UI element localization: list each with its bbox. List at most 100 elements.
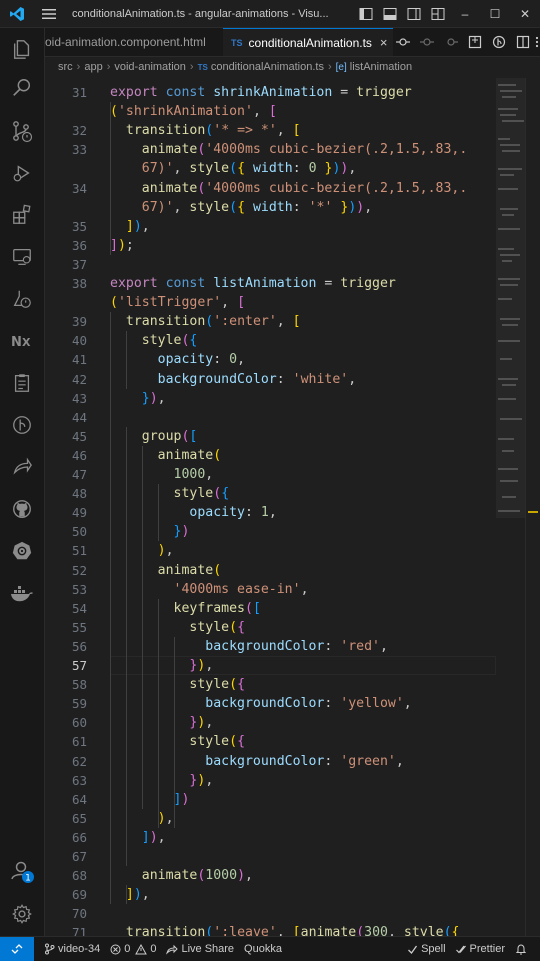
code-line[interactable]: 60 }), (45, 713, 540, 732)
code-line[interactable]: 32 transition('* => *', [ (45, 121, 540, 140)
code-line[interactable]: 67)', style({ width: 0 })), (45, 159, 540, 178)
code-line[interactable]: 52 animate( (45, 561, 540, 580)
code-line[interactable]: 33 animate('4000ms cubic-bezier(.2,1.5,.… (45, 140, 540, 159)
close-tab-icon[interactable]: × (380, 35, 388, 50)
run-debug-icon[interactable] (0, 156, 44, 190)
close-window-button[interactable]: ✕ (510, 0, 540, 27)
account-icon[interactable]: 1 (0, 854, 44, 888)
more-actions-icon[interactable] (533, 28, 540, 56)
compare-changes-icon[interactable] (391, 28, 415, 56)
code-line[interactable]: 39 transition(':enter', [ (45, 312, 540, 331)
problems-status[interactable]: 0 0 (110, 943, 156, 955)
line-number: 47 (71, 467, 87, 482)
code-line[interactable]: ('listTrigger', [ (45, 293, 540, 312)
code-line[interactable]: 41 opacity: 0, (45, 350, 540, 369)
code-line[interactable]: 71 transition(':leave', [animate(300, st… (45, 923, 540, 936)
maximize-button[interactable]: ☐ (480, 0, 510, 27)
breadcrumb-app[interactable]: app (84, 61, 102, 73)
open-changes-icon[interactable] (463, 28, 487, 56)
next-change-icon[interactable] (439, 28, 463, 56)
code-line[interactable]: 37 (45, 255, 540, 274)
code-line[interactable]: 64 ]) (45, 790, 540, 809)
tab-conditional-animation-ts[interactable]: TS conditionalAnimation.ts × (223, 28, 393, 56)
notification-count: 1 (25, 874, 31, 884)
code-line[interactable]: 53 '4000ms ease-in', (45, 580, 540, 599)
indent-guide (157, 598, 159, 828)
git-graph-icon[interactable] (0, 408, 44, 442)
code-line[interactable]: 70 (45, 904, 540, 923)
notifications-bell-icon[interactable] (515, 943, 530, 955)
code-line[interactable]: 68 animate(1000), (45, 866, 540, 885)
code-line[interactable]: 35 ]), (45, 217, 540, 236)
settings-gear-icon[interactable] (0, 897, 44, 931)
toggle-secondary-sidebar-icon[interactable] (402, 0, 426, 27)
code-line[interactable]: 69 ]), (45, 885, 540, 904)
minimize-button[interactable]: – (450, 0, 480, 27)
breadcrumb-src[interactable]: src (58, 61, 73, 73)
breadcrumb-file[interactable]: conditionalAnimation.ts (211, 61, 324, 73)
code-line[interactable]: 66 ]), (45, 828, 540, 847)
code-line[interactable]: 62 backgroundColor: 'green', (45, 752, 540, 771)
toggle-primary-sidebar-icon[interactable] (354, 0, 378, 27)
code-text: style({ (189, 677, 246, 693)
live-share-status[interactable]: Live Share (166, 943, 234, 955)
code-line[interactable]: 63 }), (45, 771, 540, 790)
notes-icon[interactable] (0, 366, 44, 400)
nx-console-icon[interactable]: NX (0, 324, 44, 358)
extensions-icon[interactable] (0, 198, 44, 232)
code-line[interactable]: 36]); (45, 236, 540, 255)
github-icon[interactable] (0, 492, 44, 526)
code-line[interactable]: 44 (45, 408, 540, 427)
code-line[interactable]: 43 }), (45, 389, 540, 408)
explorer-icon[interactable] (0, 32, 44, 66)
code-line[interactable]: 45 group([ (45, 427, 540, 446)
code-line[interactable]: 61 style({ (45, 732, 540, 751)
tab-void-animation-html[interactable]: oid-animation.component.html (45, 28, 223, 56)
code-line[interactable]: 67)', style({ width: '*' })), (45, 198, 540, 217)
spell-status[interactable]: Spell (407, 943, 446, 955)
breadcrumb-symbol[interactable]: listAnimation (350, 61, 412, 73)
code-line[interactable]: 56 backgroundColor: 'red', (45, 637, 540, 656)
remote-explorer-icon[interactable] (0, 240, 44, 274)
toggle-panel-icon[interactable] (378, 0, 402, 27)
code-line[interactable]: 46 animate( (45, 446, 540, 465)
docker-icon[interactable] (0, 576, 44, 610)
code-line[interactable]: 47 1000, (45, 465, 540, 484)
code-text: animate('4000ms cubic-bezier(.2,1.5,.83,… (141, 142, 468, 158)
remote-indicator-icon[interactable] (0, 937, 34, 961)
code-line[interactable]: 67 (45, 847, 540, 866)
branch-status[interactable]: video-34 (44, 943, 100, 955)
hamburger-menu-icon[interactable] (34, 0, 64, 27)
code-line[interactable]: ('shrinkAnimation', [ (45, 102, 540, 121)
code-line[interactable]: 65 ), (45, 809, 540, 828)
previous-change-icon[interactable] (415, 28, 439, 56)
code-line[interactable]: 59 backgroundColor: 'yellow', (45, 694, 540, 713)
code-line[interactable]: 51 ), (45, 541, 540, 560)
code-line[interactable]: 54 keyframes([ (45, 599, 540, 618)
customize-layout-icon[interactable] (426, 0, 450, 27)
prettier-status[interactable]: Prettier (455, 943, 505, 955)
breadcrumb-void-animation[interactable]: void-animation (114, 61, 186, 73)
code-line[interactable]: 57 }), (45, 656, 540, 675)
code-line[interactable]: 48 style({ (45, 484, 540, 503)
code-line[interactable]: 55 style({ (45, 618, 540, 637)
split-editor-icon[interactable] (511, 28, 535, 56)
testing-icon[interactable] (0, 282, 44, 316)
code-line[interactable]: 38 export const listAnimation = trigger (45, 274, 540, 293)
quokka-status[interactable]: Quokka (244, 943, 282, 955)
code-line[interactable]: 42 backgroundColor: 'white', (45, 370, 540, 389)
search-icon[interactable] (0, 71, 44, 105)
line-number: 36 (71, 237, 87, 253)
code-text: }), (141, 390, 166, 406)
kubernetes-icon[interactable] (0, 534, 44, 568)
code-line[interactable]: 31 export const shrinkAnimation = trigger (45, 83, 540, 102)
timeline-icon[interactable] (487, 28, 511, 56)
source-control-icon[interactable] (0, 114, 44, 148)
code-line[interactable]: 40 style({ (45, 331, 540, 350)
code-editor[interactable]: 31 export const shrinkAnimation = trigger… (45, 78, 540, 936)
code-line[interactable]: 34 animate('4000ms cubic-bezier(.2,1.5,.… (45, 179, 540, 198)
code-line[interactable]: 49 opacity: 1, (45, 503, 540, 522)
code-line[interactable]: 50 }) (45, 522, 540, 541)
code-line[interactable]: 58 style({ (45, 675, 540, 694)
live-share-icon[interactable] (0, 450, 44, 484)
